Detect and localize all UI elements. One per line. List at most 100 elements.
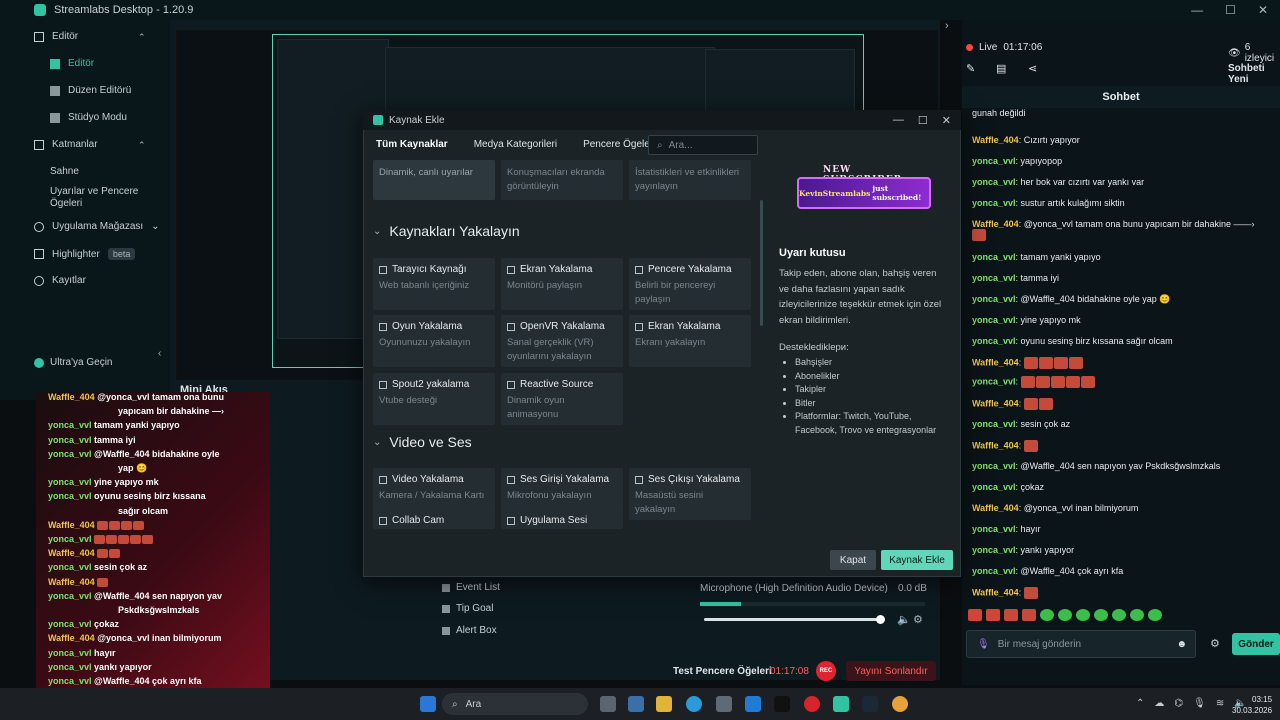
nav-item-studio-mode[interactable]: Stüdyo Modu — [50, 112, 127, 123]
nav-group-editor[interactable]: Editör — [34, 31, 78, 42]
emote-icon[interactable] — [986, 609, 1000, 621]
close-button[interactable]: Kapat — [830, 550, 876, 570]
volume-slider[interactable] — [704, 615, 886, 624]
emote-icon[interactable] — [1148, 609, 1162, 621]
minimize-button[interactable]: — — [1191, 3, 1203, 17]
emote-icon[interactable] — [1076, 609, 1090, 621]
cloud-icon[interactable]: ☁ — [1154, 698, 1164, 709]
mail-icon[interactable] — [745, 696, 761, 712]
source-card[interactable]: Ses Çıkışı Yakalama Masaüstü sesini yakal… — [629, 468, 751, 520]
chat-input[interactable]: 🎙 Bir mesaj gönderin ☻ — [966, 630, 1196, 658]
chat-username[interactable]: yonca_vvl — [972, 294, 1016, 304]
dialog-scrollbar[interactable] — [760, 200, 763, 326]
emote-icon[interactable] — [1022, 609, 1036, 621]
close-window-button[interactable]: ✕ — [1258, 3, 1268, 17]
ultra-upgrade-link[interactable]: Ultra'ya Geçin — [34, 357, 113, 368]
task-view-icon[interactable] — [600, 696, 616, 712]
tab-all-sources[interactable]: Tüm Kaynaklar — [376, 139, 448, 150]
source-search-input[interactable]: ⌕ Ara... — [648, 135, 758, 155]
chat-username[interactable]: Waffle_404 — [972, 503, 1019, 513]
chat-username[interactable]: yonca_vvl — [972, 252, 1016, 262]
end-stream-button[interactable]: Yayını Sonlandır — [846, 661, 936, 681]
nav-item-editor[interactable]: Editör — [50, 58, 94, 69]
chat-username[interactable]: yonca_vvl — [972, 156, 1016, 166]
wifi-icon[interactable]: ≋ — [1216, 698, 1224, 709]
chat-username[interactable]: yonca_vvl — [972, 177, 1016, 187]
emote-bar[interactable] — [968, 609, 1163, 623]
taskbar-clock[interactable]: 03:15 30.03.2026 — [1232, 694, 1272, 716]
chevron-up-icon[interactable]: ⌃ — [1136, 698, 1144, 709]
emote-icon[interactable] — [968, 609, 982, 621]
source-card[interactable]: Oyun Yakalama Oyununuzu yakalayın — [373, 315, 495, 367]
chevron-up-icon[interactable]: ⌃ — [138, 140, 146, 151]
chat-username[interactable]: yonca_vvl — [972, 273, 1016, 283]
emote-icon[interactable] — [1130, 609, 1144, 621]
chat-username[interactable]: yonca_vvl — [972, 376, 1016, 386]
game-app-icon[interactable] — [628, 696, 644, 712]
mic-icon[interactable]: 🎙 — [1193, 698, 1206, 709]
chat-username[interactable]: Waffle_404 — [972, 587, 1019, 597]
emote-icon[interactable] — [1112, 609, 1126, 621]
system-tray[interactable]: ⌃ ☁ ⌬ 🎙 ≋ 🔈 — [1136, 698, 1247, 709]
tiktok-icon[interactable] — [774, 696, 790, 712]
streamlabs-taskbar-icon[interactable] — [833, 696, 849, 712]
chat-username[interactable]: yonca_vvl — [972, 315, 1016, 325]
source-event-list[interactable]: Event List — [442, 582, 500, 593]
speaker-icon[interactable]: 🔈 — [897, 613, 911, 626]
taskbar-search[interactable]: ⌕ Ara — [442, 693, 588, 715]
emote-icon[interactable] — [1004, 609, 1018, 621]
mic-icon[interactable]: 🎙 — [977, 639, 990, 650]
nav-item-app-store[interactable]: Uygulama Mağazası ⌄ — [34, 221, 160, 232]
emote-icon[interactable] — [1094, 609, 1108, 621]
opera-icon[interactable] — [804, 696, 820, 712]
emote-icon[interactable] — [1040, 609, 1054, 621]
emote-icon[interactable] — [1058, 609, 1072, 621]
dialog-maximize-button[interactable]: ☐ — [918, 114, 928, 127]
section-video-audio[interactable]: ⌄ Video ve Ses — [373, 434, 472, 450]
share-icon[interactable]: ⋖ — [1028, 62, 1037, 75]
source-alert-box[interactable]: Alert Box — [442, 625, 497, 636]
chevron-up-icon[interactable]: ⌃ — [138, 32, 146, 43]
source-card-speakers[interactable]: Konuşmacıları ekranda görüntüleyin — [501, 160, 623, 200]
chat-username[interactable]: Waffle_404 — [972, 357, 1019, 367]
app-icon[interactable] — [892, 696, 908, 712]
store-app-icon[interactable] — [716, 696, 732, 712]
chat-settings-icon[interactable]: ⚙ — [1210, 637, 1220, 650]
record-button[interactable]: REC — [816, 661, 836, 681]
chat-username[interactable]: yonca_vvl — [972, 461, 1016, 471]
chat-username[interactable]: yonca_vvl — [972, 524, 1016, 534]
source-card-stats[interactable]: İstatistikleri ve etkinlikleri yayınlayı… — [629, 160, 751, 200]
emoji-icon[interactable]: ☻ — [1176, 639, 1195, 650]
gear-icon[interactable]: ⚙ — [913, 613, 923, 626]
source-tip-goal[interactable]: Tip Goal — [442, 603, 493, 614]
nav-group-layers[interactable]: Katmanlar — [34, 139, 98, 150]
file-explorer-icon[interactable] — [656, 696, 672, 712]
tab-media-categories[interactable]: Medya Kategorileri — [474, 139, 557, 150]
add-source-button[interactable]: Kaynak Ekle — [881, 550, 953, 570]
source-card[interactable]: Ekran Yakalama Ekranı yakalayın — [629, 315, 751, 367]
source-card[interactable]: Pencere Yakalama Belirli bir pencereyi pa… — [629, 258, 751, 310]
windows-start-icon[interactable] — [420, 696, 436, 712]
source-card-alertbox[interactable]: Dinamik, canlı uyarılar — [373, 160, 495, 200]
chat-username[interactable]: yonca_vvl — [972, 566, 1016, 576]
source-card[interactable]: Collab Cam — [373, 511, 495, 529]
edge-icon[interactable] — [686, 696, 702, 712]
chat-username[interactable]: Waffle_404 — [972, 440, 1019, 450]
source-card[interactable]: Tarayıcı Kaynağı Web tabanlı içeriğiniz — [373, 258, 495, 310]
chat-username[interactable]: yonca_vvl — [972, 482, 1016, 492]
source-card[interactable]: Uygulama Sesi — [501, 511, 623, 529]
chat-username[interactable]: yonca_vvl — [972, 545, 1016, 555]
expand-right-icon[interactable]: › — [945, 20, 949, 32]
dialog-close-button[interactable]: ✕ — [942, 114, 951, 127]
source-card[interactable]: OpenVR Yakalama Sanal gerçeklik (VR) oyun… — [501, 315, 623, 367]
nav-item-recordings[interactable]: Kayıtlar — [34, 275, 86, 286]
chat-username[interactable]: Waffle_404 — [972, 398, 1019, 408]
chat-send-button[interactable]: Gönder — [1232, 633, 1280, 655]
collapse-nav-icon[interactable]: ‹ — [158, 348, 161, 359]
chat-username[interactable]: Waffle_404 — [972, 135, 1019, 145]
edit-icon[interactable]: ✎ — [966, 62, 975, 75]
chat-list[interactable]: gunah değildi Waffle_404: Cızırtı yapıyor… — [962, 108, 1280, 608]
source-card[interactable]: Ekran Yakalama Monitörü paylaşın — [501, 258, 623, 310]
tab-window-widgets[interactable]: Pencere Ögeleri — [583, 139, 655, 150]
chat-username[interactable]: yonca_vvl — [972, 419, 1016, 429]
